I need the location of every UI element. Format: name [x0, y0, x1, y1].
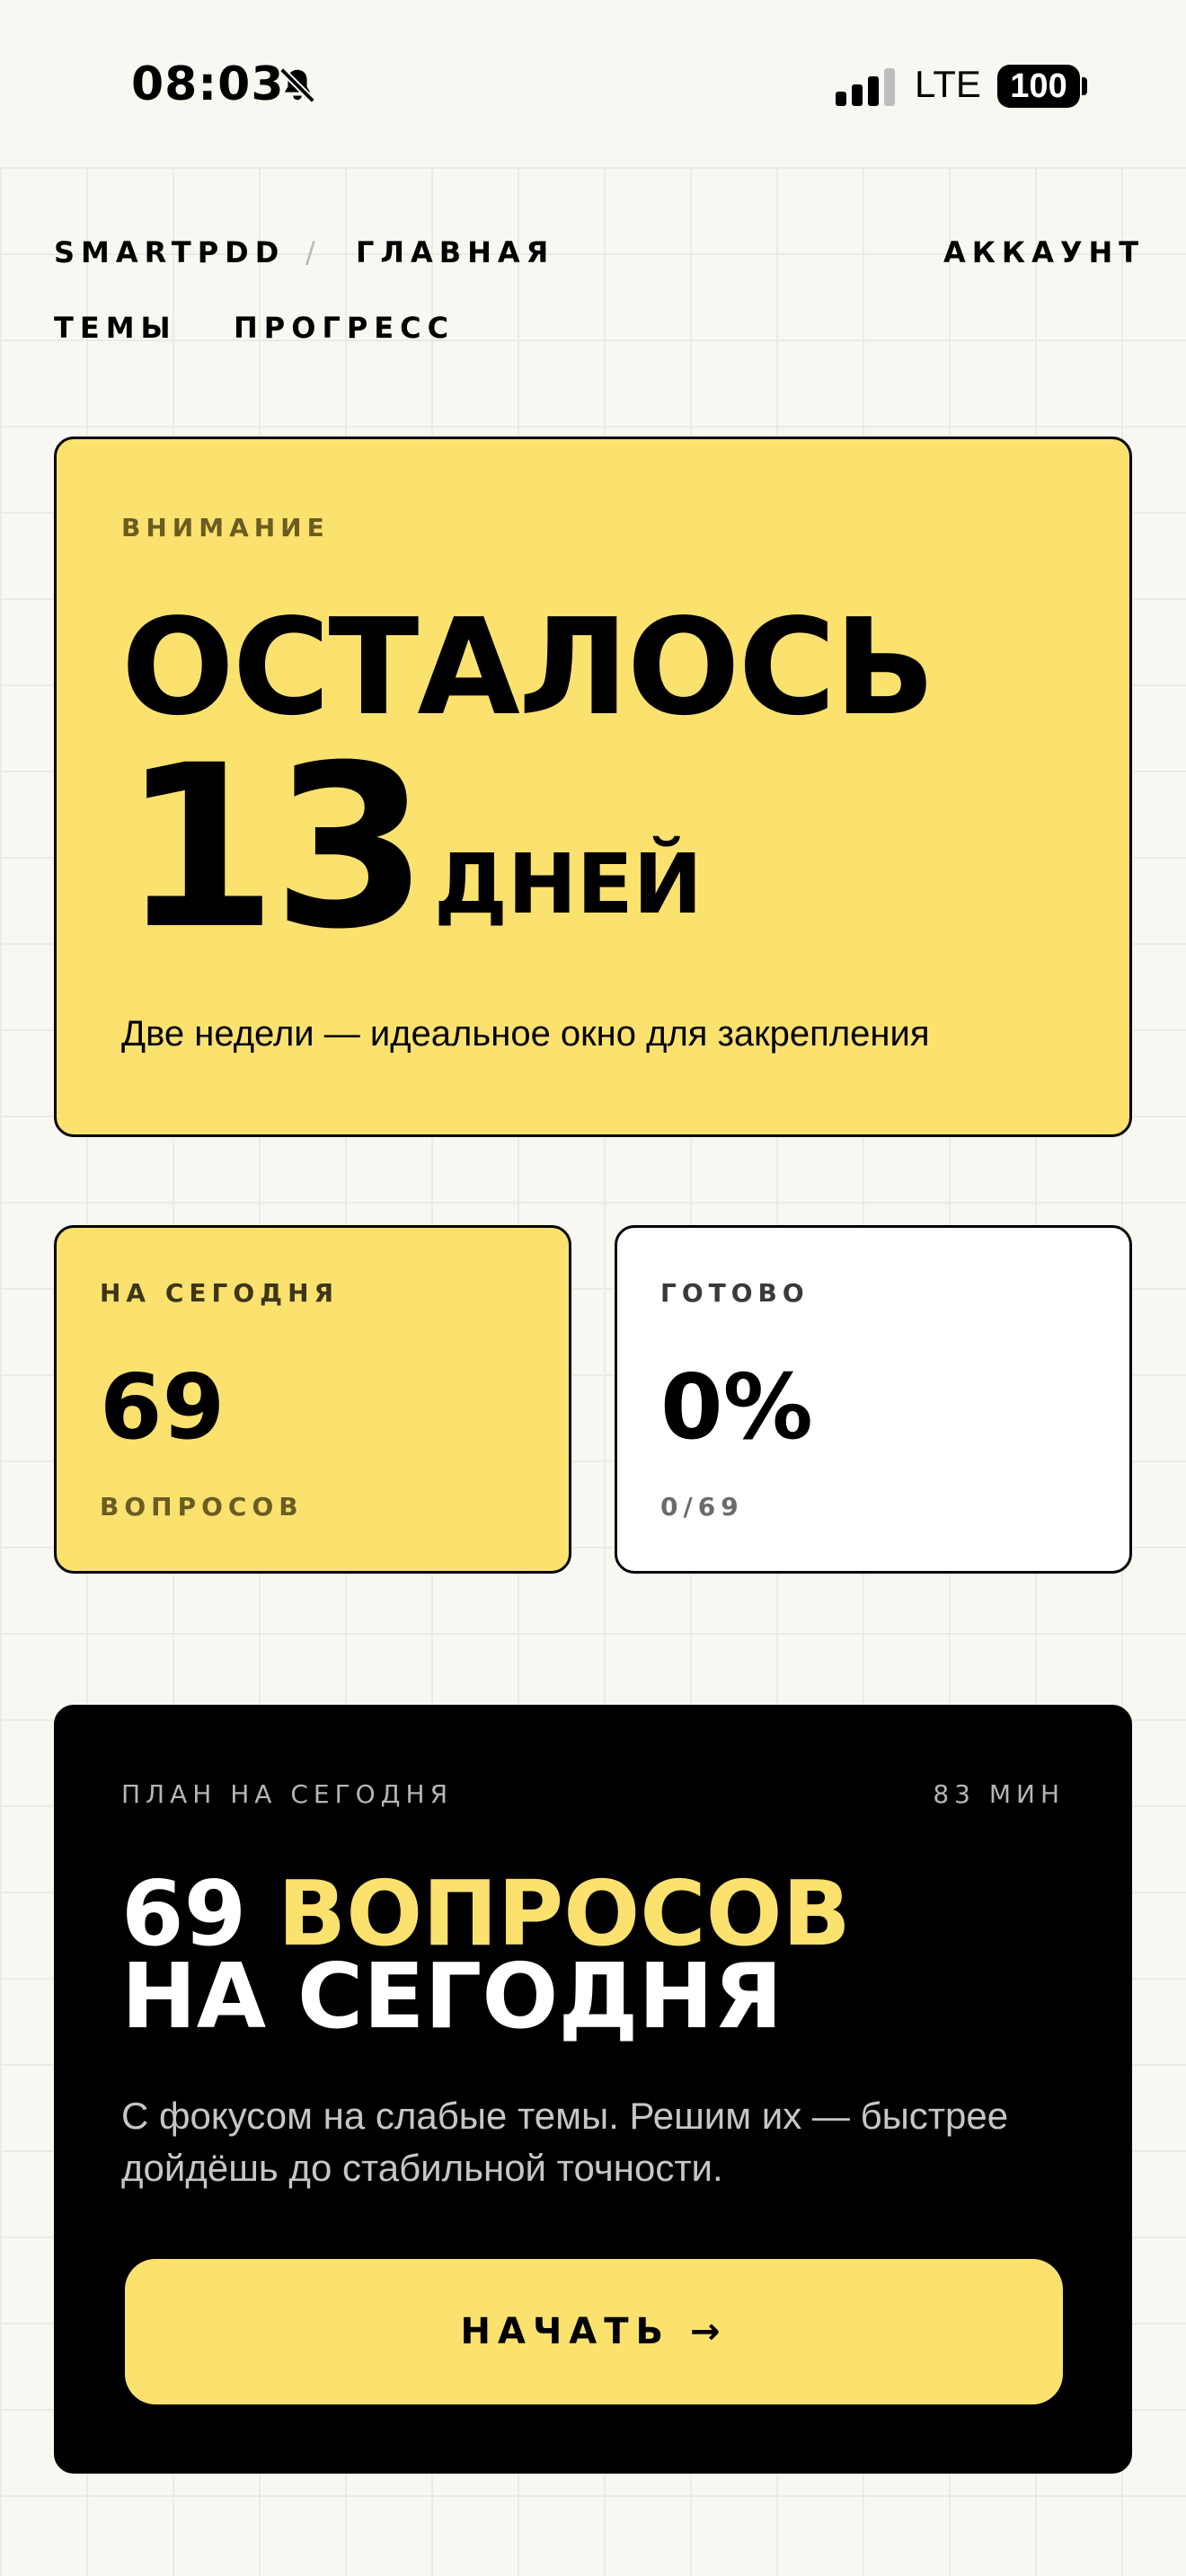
done-stat-card: ГОТОВО 0% 0/69: [615, 1225, 1132, 1574]
nav-topics-link[interactable]: ТЕМЫ: [54, 311, 177, 345]
battery-tip: [1082, 77, 1087, 95]
done-stat-value: 0%: [660, 1354, 813, 1460]
status-time: 08:03: [131, 57, 285, 111]
today-stat-unit: ВОПРОСОВ: [100, 1492, 304, 1522]
nav-brand-link[interactable]: SMARTPDD: [54, 235, 285, 269]
battery-icon: 100: [997, 65, 1080, 108]
bell-muted-icon: [279, 67, 315, 103]
breadcrumb-separator: /: [305, 235, 315, 269]
done-stat-label: ГОТОВО: [660, 1278, 810, 1308]
nav-progress-link[interactable]: ПРОГРЕСС: [234, 311, 455, 345]
status-bar: 08:03 LTE 100: [0, 0, 1186, 167]
done-stat-detail: 0/69: [660, 1492, 744, 1522]
days-remaining-number: 13: [121, 717, 429, 978]
nav-account-link[interactable]: АККАУНТ: [943, 235, 1145, 269]
today-stat-card: НА СЕГОДНЯ 69 ВОПРОСОВ: [54, 1225, 571, 1574]
plan-description: С фокусом на слабые темы. Решим их — быс…: [121, 2095, 1009, 2189]
plan-title-line2: НА СЕГОДНЯ: [121, 1944, 783, 2049]
countdown-eyebrow: ВНИМАНИЕ: [121, 513, 330, 543]
breadcrumb-current: ГЛАВНАЯ: [356, 235, 555, 269]
countdown-subtitle: Две недели — идеальное окно для закрепле…: [121, 1014, 930, 1054]
countdown-card: ВНИМАНИЕ ОСТАЛОСЬ 13 ДНЕЙ Две недели — и…: [54, 437, 1132, 1137]
days-unit: ДНЕЙ: [434, 836, 703, 932]
network-type: LTE: [915, 63, 981, 105]
plan-label: ПЛАН НА СЕГОДНЯ: [121, 1779, 454, 1809]
daily-plan-card: ПЛАН НА СЕГОДНЯ 83 МИН 69 ВОПРОСОВ НА СЕ…: [54, 1705, 1132, 2474]
countdown-headline: ОСТАЛОСЬ: [121, 590, 935, 745]
start-button[interactable]: НАЧАТЬ →: [125, 2259, 1063, 2404]
today-stat-value: 69: [100, 1354, 226, 1460]
plan-duration: 83 МИН: [933, 1779, 1065, 1809]
signal-icon: [836, 68, 895, 106]
today-stat-label: НА СЕГОДНЯ: [100, 1278, 340, 1308]
